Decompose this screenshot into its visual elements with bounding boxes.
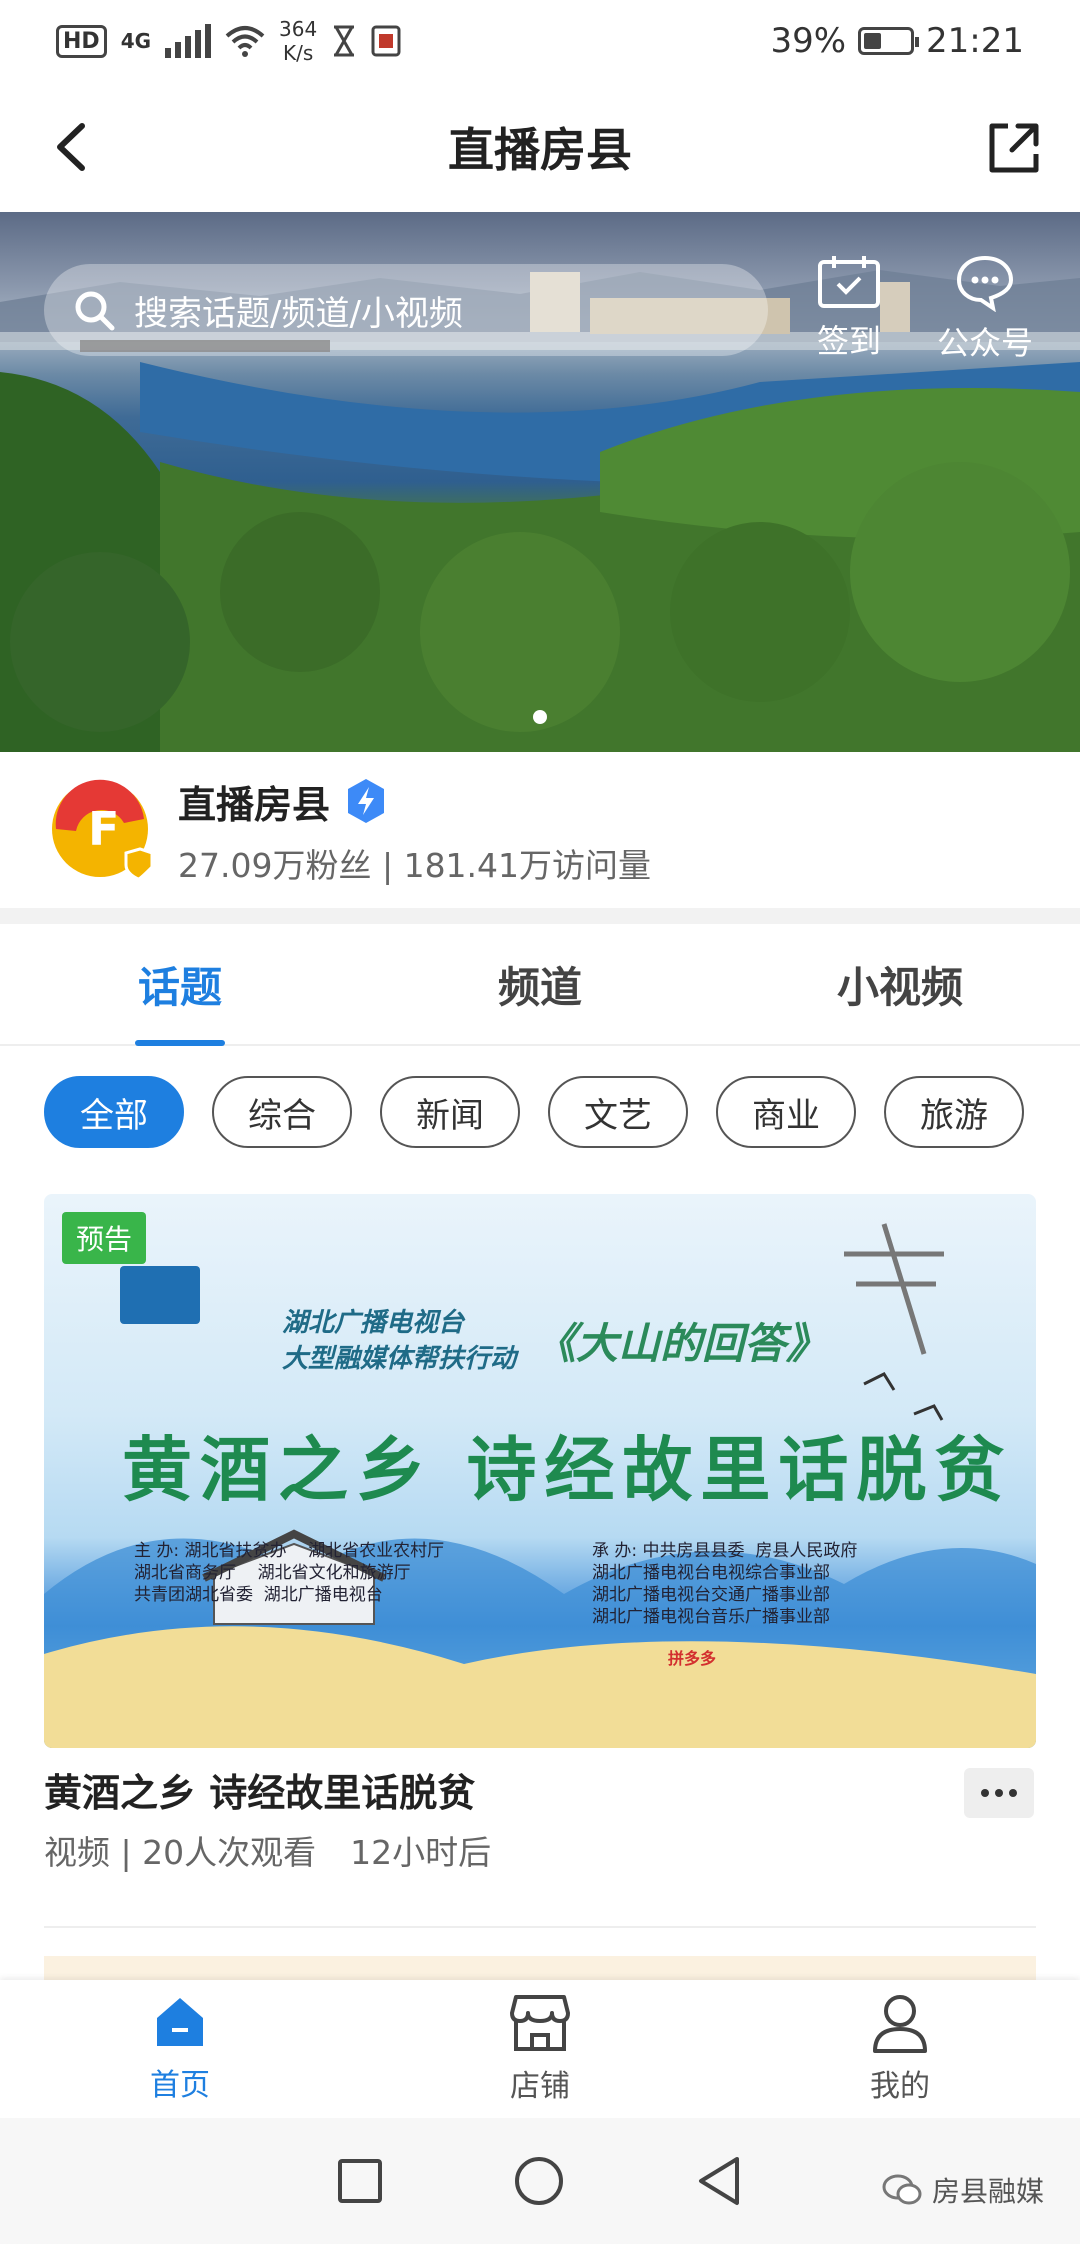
preview-badge: 预告 xyxy=(62,1212,147,1264)
topic-meta: 视频 | 20人次观看 12小时后 xyxy=(44,1826,491,1874)
nav-profile-label: 我的 xyxy=(870,2069,930,2104)
home-circle-icon[interactable] xyxy=(513,2155,565,2207)
tab-topics[interactable]: 话题 xyxy=(0,924,360,1046)
nav-bar: 直播房县 xyxy=(0,82,1080,212)
chip-all[interactable]: 全部 xyxy=(44,1076,184,1148)
topic-type-views: 视频 | 20人次观看 xyxy=(44,1833,317,1872)
more-dot xyxy=(1009,1789,1017,1797)
hero-banner[interactable]: 搜索话题/频道/小视频 签到 公众号 xyxy=(0,212,1080,752)
status-icons: HD 4G 364 K/s xyxy=(56,17,401,65)
tab-channels[interactable]: 频道 xyxy=(360,924,720,1044)
verified-badge-icon xyxy=(348,779,385,823)
poster-org-line2: 大型融媒体帮扶行动 xyxy=(282,1344,517,1374)
pagination-dot[interactable] xyxy=(533,710,547,724)
tab-short-videos-label: 小视频 xyxy=(836,962,963,1012)
checkin-label: 签到 xyxy=(816,322,881,360)
more-dot xyxy=(981,1789,989,1797)
tab-short-videos[interactable]: 小视频 xyxy=(720,924,1080,1044)
poster-slogan: 《大山的回答》 xyxy=(534,1319,829,1368)
clock: 21:21 xyxy=(926,21,1024,61)
page-title: 直播房县 xyxy=(448,123,632,177)
topic-title[interactable]: 黄酒之乡 诗经故里话脱贫 xyxy=(44,1762,475,1817)
profile-icon xyxy=(873,1995,927,2053)
channel-profile: F 直播房县 27.09万粉丝 | 181.41万访问量 xyxy=(0,752,1080,908)
app-notification-icon xyxy=(371,25,401,57)
battery-percent: 39% xyxy=(770,21,847,61)
more-dot xyxy=(995,1789,1003,1797)
more-options-button[interactable] xyxy=(964,1768,1034,1818)
poster-sponsor: 拼多多 xyxy=(668,1649,717,1668)
hourglass-icon xyxy=(334,25,355,57)
channel-logo[interactable]: F xyxy=(48,775,158,885)
category-chips: 全部 综合 新闻 文艺 商业 旅游 xyxy=(44,1076,1044,1148)
tab-channels-label: 频道 xyxy=(497,962,582,1012)
status-right: 39% 21:21 xyxy=(770,21,1024,61)
search-icon xyxy=(75,291,115,331)
tab-active-indicator xyxy=(135,1040,225,1046)
poster-hosts: 主 办: 湖北省扶贫办 湖北省农业农村厅 湖北省商务厅 湖北省文化和旅游厅 共青… xyxy=(134,1541,445,1605)
profile-text: 直播房县 27.09万粉丝 | 181.41万访问量 xyxy=(178,774,651,887)
card-divider xyxy=(44,1926,1036,1928)
nav-home-label: 首页 xyxy=(150,2068,210,2103)
profile-name-row: 直播房县 xyxy=(178,774,651,829)
share-icon[interactable] xyxy=(982,116,1046,180)
signal-icon xyxy=(165,24,212,58)
banner-pagination xyxy=(0,710,1080,724)
back-arrow-icon[interactable] xyxy=(38,112,108,182)
tab-topics-label: 话题 xyxy=(137,962,222,1012)
poster-org-line1: 湖北广播电视台 xyxy=(282,1308,465,1338)
nav-shop-label: 店铺 xyxy=(510,2069,570,2104)
recents-square-icon[interactable] xyxy=(337,2158,383,2204)
network-speed: 364 K/s xyxy=(279,17,318,65)
content-tabs: 话题 频道 小视频 xyxy=(0,924,1080,1046)
status-bar: HD 4G 364 K/s 39% 21:21 xyxy=(0,0,1080,82)
checkin-button[interactable]: 签到 xyxy=(794,254,904,362)
calendar-check-icon xyxy=(818,256,880,308)
bottom-nav: 首页 店铺 我的 xyxy=(0,1980,1080,2118)
nav-shop[interactable]: 店铺 xyxy=(360,1980,720,2118)
watermark: 房县融媒 xyxy=(882,2170,1044,2210)
watermark-text: 房县融媒 xyxy=(931,2175,1044,2208)
svg-text:F: F xyxy=(88,802,119,856)
search-bar[interactable]: 搜索话题/频道/小视频 xyxy=(44,264,768,356)
hd-indicator: HD xyxy=(56,24,107,58)
section-divider xyxy=(0,908,1080,924)
public-account-button[interactable]: 公众号 xyxy=(930,254,1040,364)
public-account-label: 公众号 xyxy=(936,324,1033,362)
channel-name: 直播房县 xyxy=(178,782,331,827)
poster-organizers: 承 办: 中共房县县委 房县人民政府 湖北广播电视台电视综合事业部 湖北广播电视… xyxy=(592,1541,858,1627)
topic-start-time: 12小时后 xyxy=(350,1833,492,1872)
hbtv-logo xyxy=(120,1266,200,1324)
search-placeholder: 搜索话题/频道/小视频 xyxy=(134,293,463,334)
chip-news[interactable]: 新闻 xyxy=(380,1076,520,1148)
poster-headline: 黄酒之乡 诗经故里话脱贫 xyxy=(122,1428,1013,1511)
next-card-peek[interactable] xyxy=(44,1956,1036,1980)
nav-profile[interactable]: 我的 xyxy=(720,1980,1080,2118)
chip-arts[interactable]: 文艺 xyxy=(548,1076,688,1148)
channel-stats: 27.09万粉丝 | 181.41万访问量 xyxy=(178,845,652,885)
nav-home[interactable]: 首页 xyxy=(0,1980,360,2118)
wifi-icon xyxy=(225,26,265,57)
chip-tourism[interactable]: 旅游 xyxy=(884,1076,1024,1148)
chip-business[interactable]: 商业 xyxy=(716,1076,856,1148)
home-icon xyxy=(157,1998,203,2046)
chat-bubble-icon xyxy=(956,255,1014,312)
wechat-icon xyxy=(882,2174,922,2205)
network-type: 4G xyxy=(120,29,152,53)
shop-icon xyxy=(510,1995,570,2051)
battery-icon xyxy=(858,27,920,55)
back-triangle-icon[interactable] xyxy=(695,2155,743,2207)
topic-card-image[interactable]: 预告 湖北广播电视台 大型融媒体帮扶行动 《大山的回答》 黄酒之乡 诗经故里话脱… xyxy=(44,1194,1036,1748)
chip-general[interactable]: 综合 xyxy=(212,1076,352,1148)
